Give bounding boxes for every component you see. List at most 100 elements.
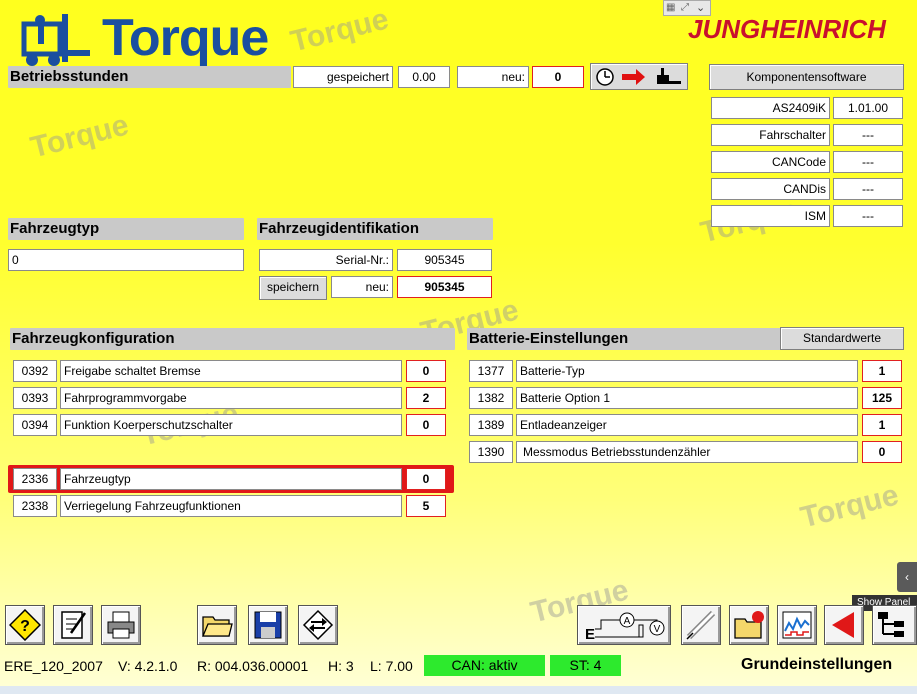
folder-delete-icon	[734, 611, 764, 639]
svg-text:E: E	[585, 626, 595, 641]
hours-transfer-button[interactable]	[590, 63, 688, 90]
circuit-meter-icon: E A V	[585, 612, 665, 641]
open-folder-button[interactable]	[197, 605, 237, 645]
config-param-value[interactable]: 2	[406, 387, 446, 409]
serial-new-label: neu:	[331, 276, 393, 298]
serial-value: 905345	[397, 249, 492, 271]
config-param-value[interactable]: 0	[406, 414, 446, 436]
vehicle-type-field: 0	[8, 249, 244, 271]
oscilloscope-button[interactable]	[777, 605, 817, 645]
component-name: Fahrschalter	[711, 124, 830, 146]
config-param-label: Funktion Koerperschutzschalter	[60, 414, 402, 436]
torque-logo: Torque	[18, 9, 348, 72]
battery-param-label: Batterie-Typ	[516, 360, 858, 382]
svg-text:A: A	[624, 616, 631, 627]
help-icon: ?	[9, 609, 41, 641]
vehicle-type-title: Fahrzeugtyp	[8, 218, 244, 240]
expand-icon: ⤢	[681, 2, 689, 13]
component-version: ---	[833, 205, 903, 227]
chevron-down-icon: ⌄	[696, 2, 706, 14]
back-button[interactable]	[824, 605, 864, 645]
document-edit-icon	[61, 611, 87, 639]
component-version: ---	[833, 124, 903, 146]
forklift-icon	[21, 14, 90, 66]
battery-param-label: Entladeanzeiger	[516, 414, 858, 436]
config-param-code: 0394	[13, 414, 57, 436]
battery-param-value[interactable]: 1	[862, 360, 902, 382]
grid-icon: ▦	[666, 2, 676, 13]
component-version: ---	[833, 151, 903, 173]
oscilloscope-icon	[782, 611, 812, 639]
status-version: V: 4.2.1.0	[118, 658, 178, 674]
config-param-code: 2336	[13, 468, 57, 490]
hours-new-value[interactable]: 0	[532, 66, 584, 88]
watermark: Torque	[27, 108, 132, 165]
transfer-button[interactable]	[298, 605, 338, 645]
floppy-disk-icon	[254, 611, 282, 639]
measurement-button[interactable]: E A V	[577, 605, 671, 645]
can-status-indicator: CAN: aktiv	[424, 655, 545, 676]
battery-param-value[interactable]: 0	[862, 441, 902, 463]
component-name: CANDis	[711, 178, 830, 200]
arrow-right-icon	[622, 69, 645, 85]
print-button[interactable]	[101, 605, 141, 645]
vehicle-id-title: Fahrzeugidentifikation	[257, 218, 493, 240]
serial-label: Serial-Nr.:	[259, 249, 393, 271]
st-status-indicator: ST: 4	[550, 655, 621, 676]
battery-param-code: 1377	[469, 360, 513, 382]
watermark: Torque	[797, 478, 902, 535]
company-logo: JUNGHEINRICH	[688, 14, 886, 44]
config-param-value[interactable]: 0	[406, 360, 446, 382]
status-model: ERE_120_2007	[4, 658, 103, 674]
component-software-button[interactable]: Komponentensoftware	[709, 64, 904, 90]
syringe-button[interactable]	[681, 605, 721, 645]
transfer-icon	[302, 609, 334, 641]
config-param-label: Verriegelung Fahrzeugfunktionen	[60, 495, 402, 517]
battery-param-value[interactable]: 125	[862, 387, 902, 409]
svg-text:?: ?	[20, 618, 30, 635]
help-button[interactable]: ?	[5, 605, 45, 645]
tree-structure-icon	[878, 612, 904, 637]
battery-param-label: Batterie Option 1	[516, 387, 858, 409]
bottom-edge	[0, 686, 917, 694]
arrow-left-icon	[832, 612, 854, 638]
logo-text: Torque	[102, 9, 269, 67]
printer-icon	[107, 611, 135, 639]
mode-label: Grundeinstellungen	[741, 656, 893, 673]
config-param-label: Freigabe schaltet Bremse	[60, 360, 402, 382]
config-param-code: 2338	[13, 495, 57, 517]
syringe-icon	[686, 610, 716, 640]
operating-hours-title: Betriebsstunden	[8, 66, 291, 88]
status-release: R: 004.036.00001	[197, 658, 309, 674]
battery-param-code: 1382	[469, 387, 513, 409]
config-param-value[interactable]: 0	[406, 468, 446, 490]
hours-saved-value: 0.00	[398, 66, 450, 88]
serial-new-value[interactable]: 905345	[397, 276, 492, 298]
config-param-label: Fahrzeugtyp	[60, 468, 402, 490]
tree-view-button[interactable]	[872, 605, 917, 645]
battery-param-label: Messmodus Betriebsstundenzähler	[516, 441, 858, 463]
component-version: 1.01.00	[833, 97, 903, 119]
truck-icon	[657, 68, 681, 84]
default-values-button[interactable]: Standardwerte	[780, 327, 904, 350]
vehicle-config-title: Fahrzeugkonfiguration	[10, 328, 455, 350]
battery-param-code: 1389	[469, 414, 513, 436]
show-panel-toggle[interactable]: ‹	[897, 562, 917, 592]
status-l: L: 7.00	[370, 658, 413, 674]
status-h: H: 3	[328, 658, 354, 674]
folder-icon	[202, 616, 233, 637]
folder-delete-button[interactable]	[729, 605, 769, 645]
component-name: ISM	[711, 205, 830, 227]
hours-new-label: neu:	[457, 66, 529, 88]
battery-param-value[interactable]: 1	[862, 414, 902, 436]
config-param-code: 0393	[13, 387, 57, 409]
save-button[interactable]	[248, 605, 288, 645]
clock-icon	[596, 68, 614, 86]
component-version: ---	[833, 178, 903, 200]
config-param-label: Fahrprogrammvorgabe	[60, 387, 402, 409]
edit-document-button[interactable]	[53, 605, 93, 645]
svg-text:V: V	[654, 624, 661, 635]
chevron-left-icon: ‹	[905, 570, 909, 584]
save-serial-button[interactable]: speichern	[259, 276, 327, 300]
config-param-value[interactable]: 5	[406, 495, 446, 517]
